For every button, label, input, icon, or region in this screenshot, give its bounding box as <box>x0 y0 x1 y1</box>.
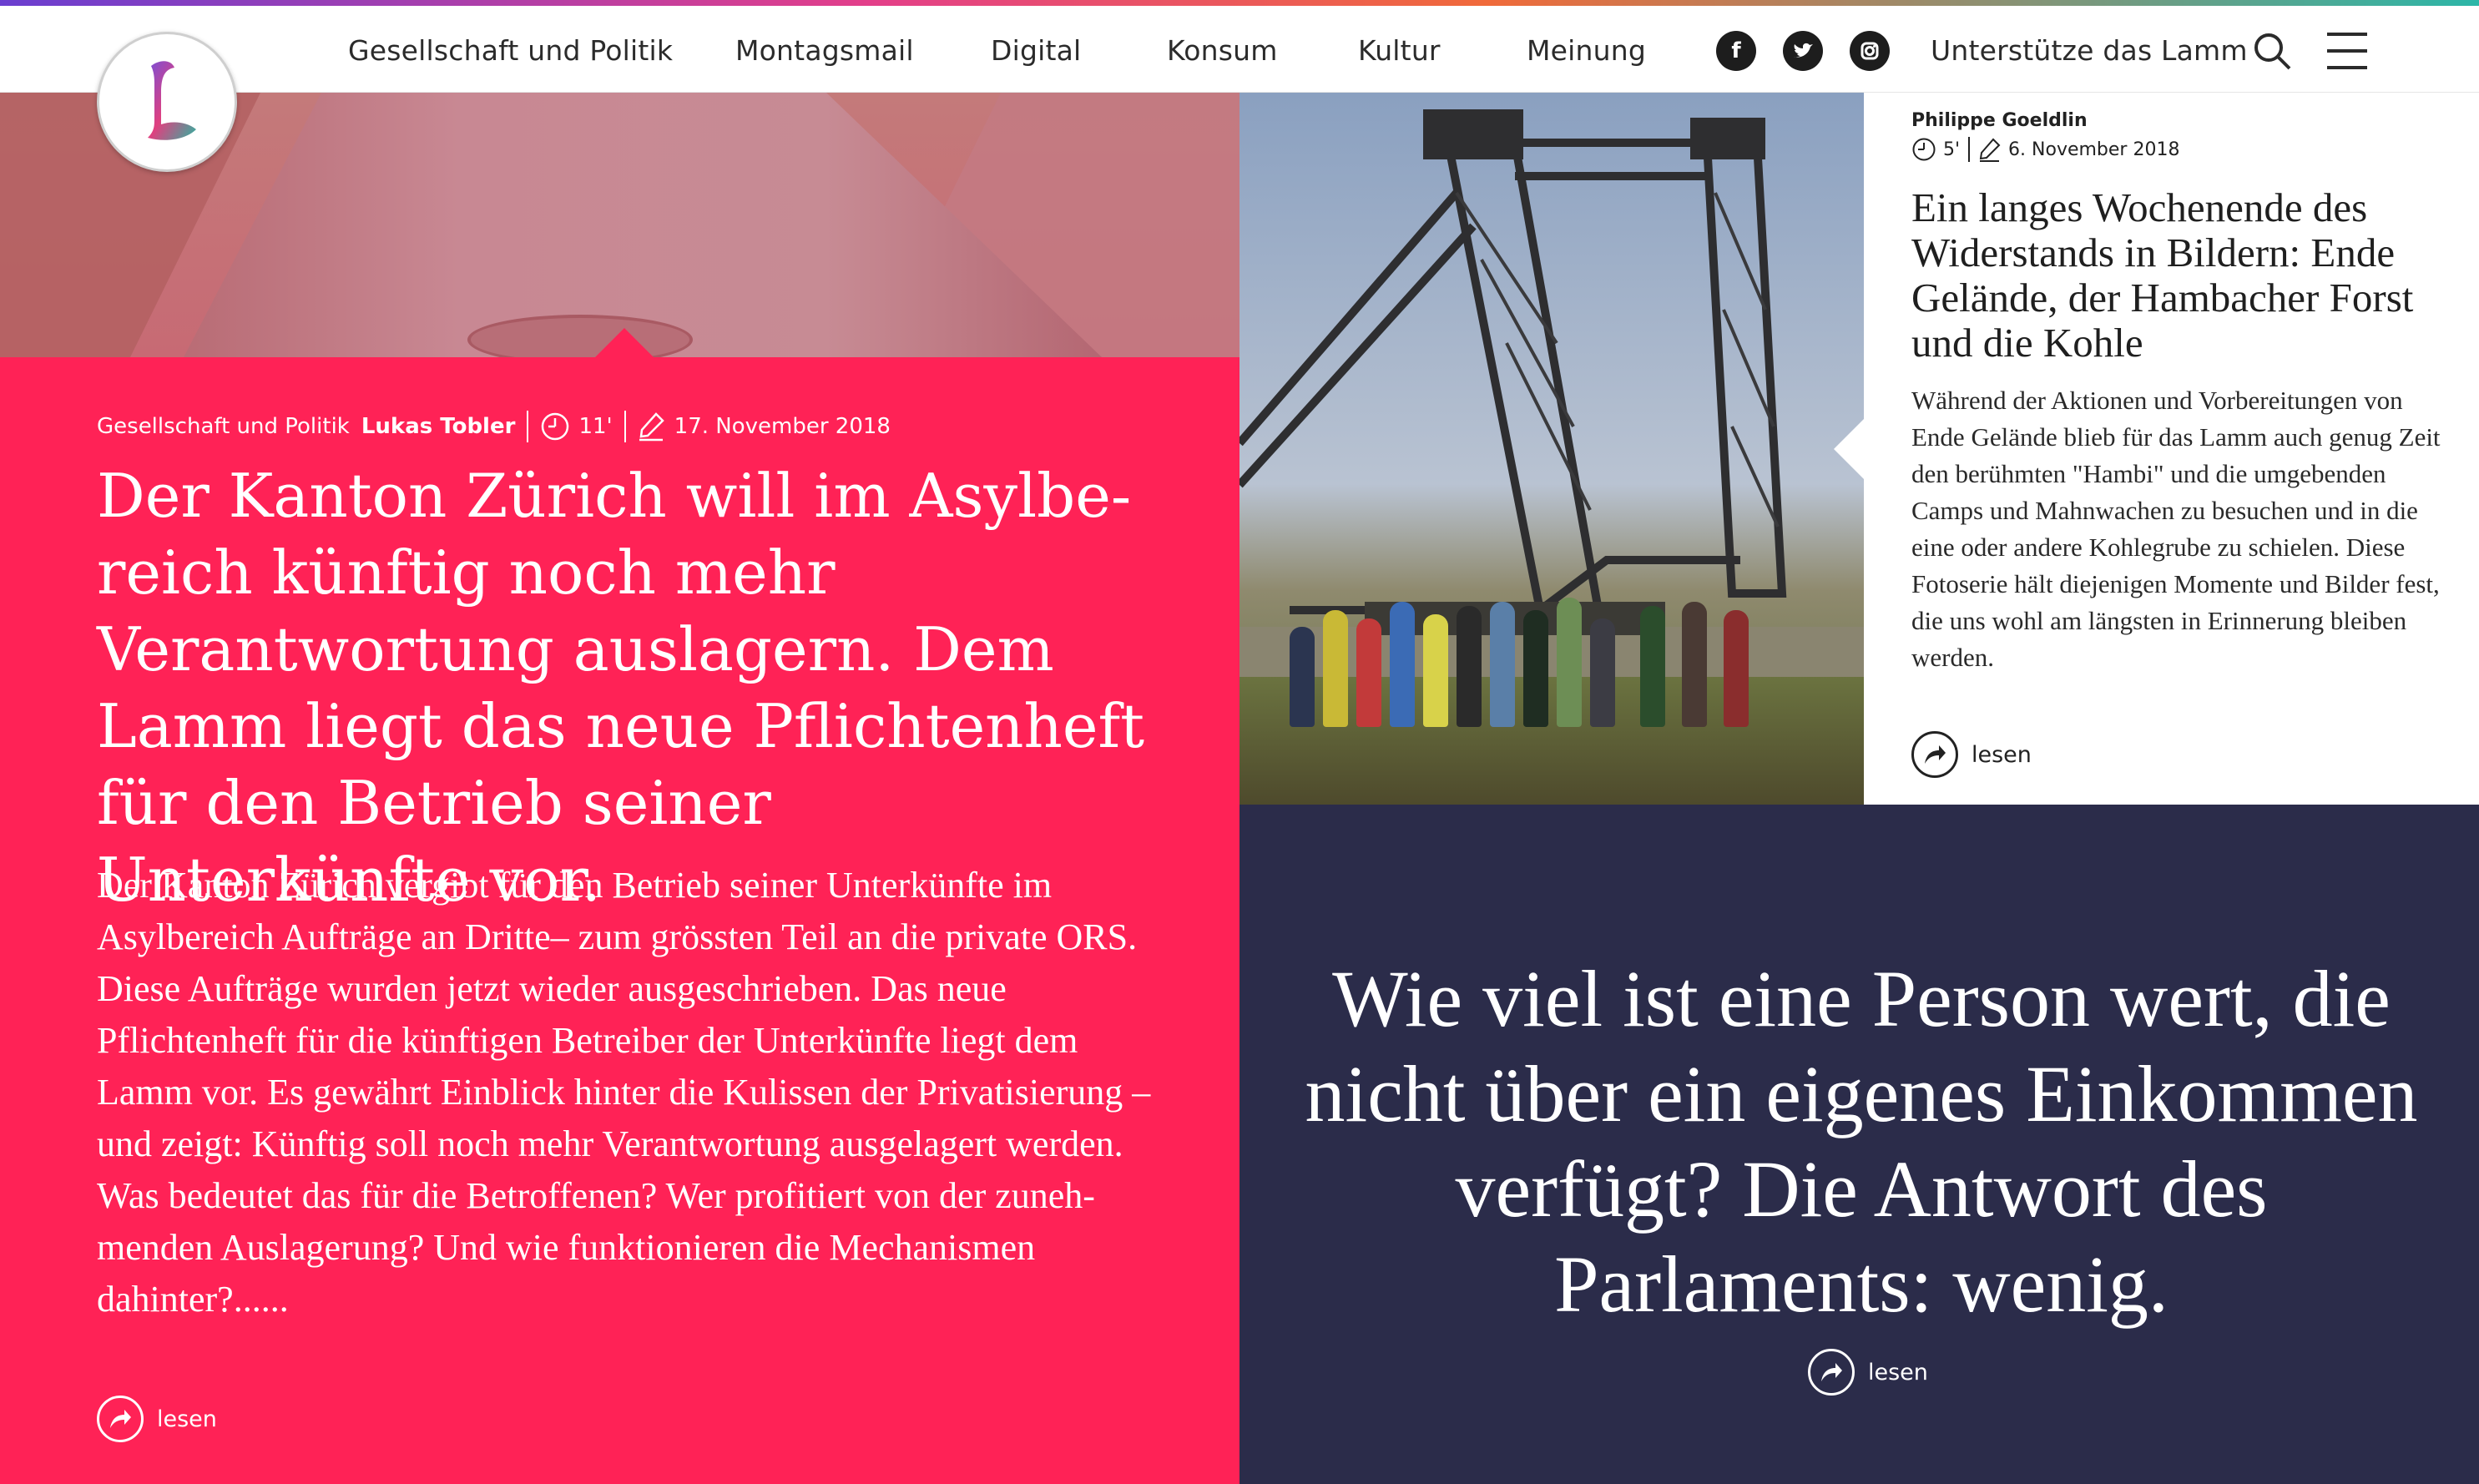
article-author[interactable]: Lukas Tobler <box>361 414 516 439</box>
article-meta: Gesellschaft und Politik Lukas Tobler 11… <box>97 411 891 442</box>
article-date: 17. November 2018 <box>674 414 891 439</box>
arrow-share-icon <box>97 1396 144 1442</box>
twitter-icon[interactable] <box>1783 31 1823 71</box>
arrow-share-icon <box>1911 731 1958 778</box>
main-article-headline[interactable]: Der Kanton Zürich will im Asylbe­reich k… <box>97 457 1149 918</box>
quote-article-read-link[interactable]: lesen <box>1808 1349 1928 1396</box>
clock-icon <box>1911 137 1936 162</box>
main-navigation: Gesellschaft und Politik Montagsmail Dig… <box>0 6 2479 93</box>
facebook-icon[interactable]: f <box>1716 31 1756 71</box>
instagram-icon[interactable] <box>1850 31 1890 71</box>
quote-article-headline[interactable]: Wie viel ist eine Person wert, die nicht… <box>1285 951 2437 1332</box>
site-logo[interactable] <box>97 32 237 172</box>
nav-item-digital[interactable]: Digital <box>991 34 1081 67</box>
pencil-icon <box>1978 137 2002 162</box>
nav-item-montagsmail[interactable]: Montagsmail <box>735 34 914 67</box>
support-link[interactable]: Unterstütze das Lamm <box>1931 34 2248 67</box>
search-icon[interactable] <box>2250 29 2294 73</box>
photo-article-date: 6. November 2018 <box>2008 139 2180 160</box>
menu-icon[interactable] <box>2325 28 2369 74</box>
read-time: 11' <box>578 414 613 439</box>
arrow-share-icon <box>1808 1349 1855 1396</box>
photo-article-title[interactable]: Ein langes Wochenende des Widerstands in… <box>1911 185 2454 366</box>
teaser-pointer-left <box>1834 419 1864 479</box>
read-label: lesen <box>157 1406 217 1432</box>
photo-article-meta: 5' 6. November 2018 <box>1911 137 2179 162</box>
nav-item-gesellschaft-politik[interactable]: Gesellschaft und Politik <box>348 34 673 67</box>
nav-item-kultur[interactable]: Kultur <box>1358 34 1441 67</box>
nav-item-konsum[interactable]: Konsum <box>1167 34 1278 67</box>
main-article-teaser: Der Kanton Zürich vergibt für den Betrie… <box>97 865 1151 1320</box>
article-image-excavator[interactable] <box>1240 93 1864 805</box>
read-label: lesen <box>1868 1359 1928 1386</box>
photo-article-teaser: Während der Aktionen und Vorbereitun­gen… <box>1911 386 2441 672</box>
photo-article-author[interactable]: Philippe Goeldlin <box>1911 110 2088 131</box>
teaser-pointer <box>594 328 654 358</box>
photo-article-read-link[interactable]: lesen <box>1911 731 2032 778</box>
read-label: lesen <box>1972 741 2032 768</box>
top-gradient-bar <box>0 0 2479 6</box>
main-article-read-link[interactable]: lesen <box>97 1396 217 1442</box>
protest-crowd <box>1290 560 1757 727</box>
article-category[interactable]: Gesellschaft und Politik <box>97 414 350 439</box>
nav-item-meinung[interactable]: Meinung <box>1527 34 1646 67</box>
clock-icon <box>540 411 570 442</box>
pencil-icon <box>638 411 666 442</box>
photo-article-read-time: 5' <box>1943 139 1961 160</box>
